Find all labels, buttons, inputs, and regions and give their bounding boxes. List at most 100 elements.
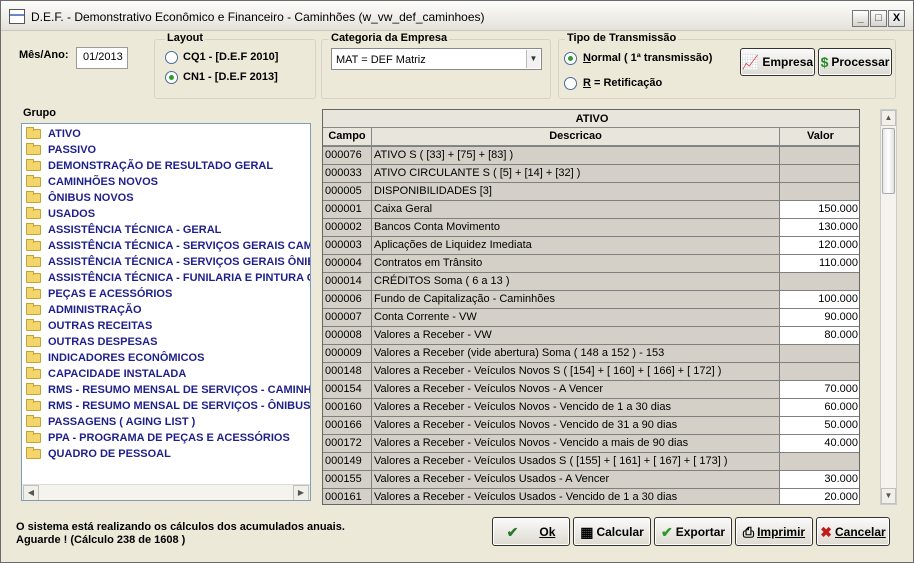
cell-valor[interactable]: 40.000 (780, 435, 859, 452)
folder-icon (26, 143, 41, 155)
tree-item[interactable]: ATIVO (26, 126, 81, 142)
tree-item[interactable]: OUTRAS RECEITAS (26, 318, 152, 334)
scroll-right-icon[interactable]: ▶ (293, 485, 309, 500)
cell-campo: 000008 (323, 327, 371, 344)
scroll-up-icon[interactable]: ▲ (881, 110, 896, 126)
cell-valor[interactable]: 20.000 (780, 489, 859, 504)
transmission-retif-radio[interactable] (564, 77, 577, 90)
empresa-button[interactable]: 📈 Empresa (740, 48, 815, 76)
table-row[interactable]: 000008 Valores a Receber - VW 80.000 (323, 327, 859, 345)
table-row[interactable]: 000006 Fundo de Capitalização - Caminhões… (323, 291, 859, 309)
tree-item[interactable]: ADMINISTRAÇÃO (26, 302, 142, 318)
cell-valor[interactable] (780, 183, 859, 200)
table-row[interactable]: 000005 DISPONIBILIDADES [3] (323, 183, 859, 201)
scroll-left-icon[interactable]: ◀ (23, 485, 39, 500)
transmission-retif-label[interactable]: R = Retificação (583, 77, 662, 89)
col-valor-header[interactable]: Valor (780, 128, 859, 146)
cancelar-button[interactable]: ✖ Cancelar (816, 517, 890, 546)
layout-cn1-label[interactable]: CN1 - [D.E.F 2013] (183, 71, 278, 83)
calcular-button[interactable]: ▦ Calcular (573, 517, 651, 546)
transmission-normal-label[interactable]: Normal ( 1ª transmissão) (583, 52, 712, 64)
chevron-down-icon[interactable]: ▼ (526, 50, 540, 68)
table-row[interactable]: 000002 Bancos Conta Movimento 130.000 (323, 219, 859, 237)
tree-item[interactable]: INDICADORES ECONÔMICOS (26, 350, 204, 366)
transmission-normal-radio[interactable] (564, 52, 577, 65)
tree-item[interactable]: CAPACIDADE INSTALADA (26, 366, 186, 382)
tree-item[interactable]: DEMONSTRAÇÃO DE RESULTADO GERAL (26, 158, 273, 174)
tree-item[interactable]: CAMINHÕES NOVOS (26, 174, 158, 190)
close-button[interactable]: X (888, 10, 905, 27)
tree-item[interactable]: ASSISTÊNCIA TÉCNICA - FUNILARIA E PINTUR… (26, 270, 310, 286)
group-tree[interactable]: QUADRO DE PESSOAL PPA - PROGRAMA DE PEÇAS… (21, 123, 311, 501)
tree-item[interactable]: ASSISTÊNCIA TÉCNICA - SERVIÇOS GERAIS CA… (26, 238, 310, 254)
table-row[interactable]: 000076 ATIVO S ( [33] + [75] + [83] ) (323, 147, 859, 165)
layout-cq1-radio[interactable] (165, 51, 178, 64)
cell-valor[interactable] (780, 147, 859, 164)
table-row[interactable]: 000161 Valores a Receber - Veículos Usado… (323, 489, 859, 504)
cell-valor[interactable]: 80.000 (780, 327, 859, 344)
cell-valor[interactable] (780, 345, 859, 362)
cell-valor[interactable]: 130.000 (780, 219, 859, 236)
scroll-thumb[interactable] (882, 128, 895, 194)
cell-valor[interactable]: 50.000 (780, 417, 859, 434)
cell-valor[interactable] (780, 453, 859, 470)
maximize-button[interactable]: □ (870, 10, 887, 27)
table-row[interactable]: 000155 Valores a Receber - Veículos Usado… (323, 471, 859, 489)
col-campo-header[interactable]: Campo (323, 128, 372, 146)
processar-button[interactable]: $ Processar (818, 48, 892, 76)
tree-item[interactable]: ÔNIBUS NOVOS (26, 190, 134, 206)
col-descricao-header[interactable]: Descricao (372, 128, 780, 146)
table-row[interactable]: 000166 Valores a Receber - Veículos Novos… (323, 417, 859, 435)
cell-valor[interactable]: 100.000 (780, 291, 859, 308)
ok-button[interactable]: ✔ Ok (492, 517, 570, 546)
tree-item[interactable]: PASSIVO (26, 142, 96, 158)
table-row[interactable]: 000009 Valores a Receber (vide abertura) … (323, 345, 859, 363)
cell-valor[interactable]: 90.000 (780, 309, 859, 326)
tree-item[interactable]: PEÇAS E ACESSÓRIOS (26, 286, 172, 302)
table-row[interactable]: 000014 CRÉDITOS Soma ( 6 a 13 ) (323, 273, 859, 291)
table-row[interactable]: 000172 Valores a Receber - Veículos Novos… (323, 435, 859, 453)
cell-valor[interactable]: 70.000 (780, 381, 859, 398)
layout-cn1-radio[interactable] (165, 71, 178, 84)
tree-item[interactable]: RMS - RESUMO MENSAL DE SERVIÇOS - CAMINH… (26, 382, 310, 398)
grid-vscrollbar[interactable]: ▲ ▼ (880, 109, 897, 505)
table-row[interactable]: 000004 Contratos em Trânsito 110.000 (323, 255, 859, 273)
values-grid[interactable]: ATIVO Campo Descricao Valor 000076 ATIVO … (322, 109, 860, 505)
tree-item[interactable]: ASSISTÊNCIA TÉCNICA - GERAL (26, 222, 221, 238)
tree-item[interactable]: RMS - RESUMO MENSAL DE SERVIÇOS - ÔNIBUS (26, 398, 310, 414)
table-row[interactable]: 000160 Valores a Receber - Veículos Novos… (323, 399, 859, 417)
category-select[interactable]: MAT = DEF Matriz ▼ (331, 48, 542, 70)
imprimir-button[interactable]: ⎙ Imprimir (735, 517, 813, 546)
table-row[interactable]: 000154 Valores a Receber - Veículos Novos… (323, 381, 859, 399)
exportar-button[interactable]: ✔ Exportar (654, 517, 732, 546)
tree-item[interactable]: QUADRO DE PESSOAL (26, 446, 171, 462)
printer-icon: ⎙ (742, 523, 755, 540)
cell-valor[interactable] (780, 273, 859, 290)
tree-item[interactable]: USADOS (26, 206, 95, 222)
scroll-down-icon[interactable]: ▼ (881, 488, 896, 504)
cell-valor[interactable]: 110.000 (780, 255, 859, 272)
table-row[interactable]: 000007 Conta Corrente - VW 90.000 (323, 309, 859, 327)
table-row[interactable]: 000148 Valores a Receber - Veículos Novos… (323, 363, 859, 381)
cell-valor[interactable] (780, 363, 859, 380)
layout-cq1-label[interactable]: CQ1 - [D.E.F 2010] (183, 51, 278, 63)
table-row[interactable]: 000003 Aplicações de Liquidez Imediata 120… (323, 237, 859, 255)
ok-button-label: Ok (539, 524, 556, 539)
title-bar[interactable]: D.E.F. - Demonstrativo Econômico e Finan… (1, 1, 913, 31)
cell-valor[interactable]: 30.000 (780, 471, 859, 488)
table-row[interactable]: 000033 ATIVO CIRCULANTE S ( [5] + [14] + … (323, 165, 859, 183)
tree-item[interactable]: PASSAGENS ( AGING LIST ) (26, 414, 195, 430)
tree-item[interactable]: PPA - PROGRAMA DE PEÇAS E ACESSÓRIOS (26, 430, 290, 446)
table-row[interactable]: 000149 Valores a Receber - Veículos Usado… (323, 453, 859, 471)
cell-valor[interactable]: 60.000 (780, 399, 859, 416)
tree-hscrollbar[interactable]: ◀ ▶ (22, 484, 310, 500)
cell-valor[interactable]: 120.000 (780, 237, 859, 254)
table-row[interactable]: 000001 Caixa Geral 150.000 (323, 201, 859, 219)
folder-icon (26, 399, 41, 411)
minimize-button[interactable]: _ (852, 10, 869, 27)
period-input[interactable]: 01/2013 (76, 47, 128, 69)
tree-item[interactable]: ASSISTÊNCIA TÉCNICA - SERVIÇOS GERAIS ÔN… (26, 254, 310, 270)
cell-valor[interactable]: 150.000 (780, 201, 859, 218)
tree-item[interactable]: OUTRAS DESPESAS (26, 334, 157, 350)
cell-valor[interactable] (780, 165, 859, 182)
